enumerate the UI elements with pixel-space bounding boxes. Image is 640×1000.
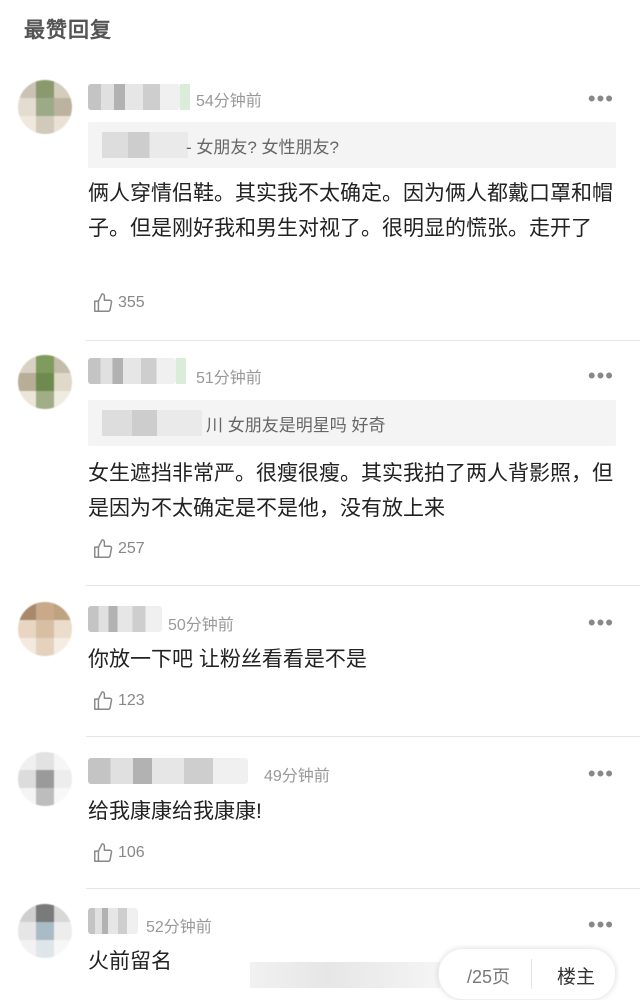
comment-text: 给我康康给我康康! [88,800,262,823]
avatar[interactable] [18,752,72,806]
more-options-icon[interactable]: ••• [588,365,614,387]
quoted-reply[interactable]: 川 女朋友是明星吗 好奇 [88,400,616,446]
username[interactable] [88,908,138,934]
like-button[interactable]: 355 [92,292,145,314]
divider [86,736,640,737]
avatar[interactable] [18,355,72,409]
username[interactable] [88,606,162,632]
quoted-username [102,410,202,436]
quoted-text: 川 女朋友是明星吗 好奇 [206,416,386,435]
divider [86,888,640,889]
username[interactable] [88,358,176,384]
page-navigation-pill: /25页 楼主 [438,948,616,1000]
divider [86,585,640,586]
timestamp: 54分钟前 [196,93,262,110]
timestamp: 49分钟前 [264,768,330,785]
author-only-button[interactable]: 楼主 [557,962,595,989]
comment-text: 女生遮挡非常严。很瘦很瘦。其实我拍了两人背影照，但是因为不太确定是不是他，没有放… [88,462,613,520]
divider [86,340,640,341]
section-title: 最赞回复 [24,19,112,42]
avatar[interactable] [18,602,72,656]
like-button[interactable]: 123 [92,690,145,712]
pill-separator [531,959,532,989]
more-options-icon[interactable]: ••• [588,763,614,785]
thumbs-up-icon [94,293,113,312]
thumbs-up-icon [94,539,113,558]
timestamp: 50分钟前 [168,617,234,634]
blurred-content [250,962,440,988]
more-options-icon[interactable]: ••• [588,88,614,110]
like-button[interactable]: 257 [92,538,145,560]
comment-text: 俩人穿情侣鞋。其实我不太确定。因为俩人都戴口罩和帽子。但是刚好我和男生对视了。很… [88,182,613,240]
avatar[interactable] [18,904,72,958]
thumbs-up-icon [94,843,113,862]
avatar[interactable] [18,80,72,134]
timestamp: 52分钟前 [146,919,212,936]
like-button[interactable]: 106 [92,842,145,864]
more-options-icon[interactable]: ••• [588,612,614,634]
level-badge [176,358,186,384]
page-indicator[interactable]: /25页 [467,963,510,989]
level-badge [180,84,190,110]
like-count: 106 [118,844,145,861]
like-count: 355 [118,294,145,311]
comment-text: 你放一下吧 让粉丝看看是不是 [88,648,367,671]
thumbs-up-icon [94,691,113,710]
quoted-text: - 女朋友? 女性朋友? [186,138,340,157]
like-count: 123 [118,692,145,709]
username[interactable] [88,758,248,784]
quoted-username [102,132,188,158]
username[interactable] [88,84,180,110]
timestamp: 51分钟前 [196,370,262,387]
more-options-icon[interactable]: ••• [588,914,614,936]
like-count: 257 [118,540,145,557]
quoted-reply[interactable]: - 女朋友? 女性朋友? [88,122,616,168]
